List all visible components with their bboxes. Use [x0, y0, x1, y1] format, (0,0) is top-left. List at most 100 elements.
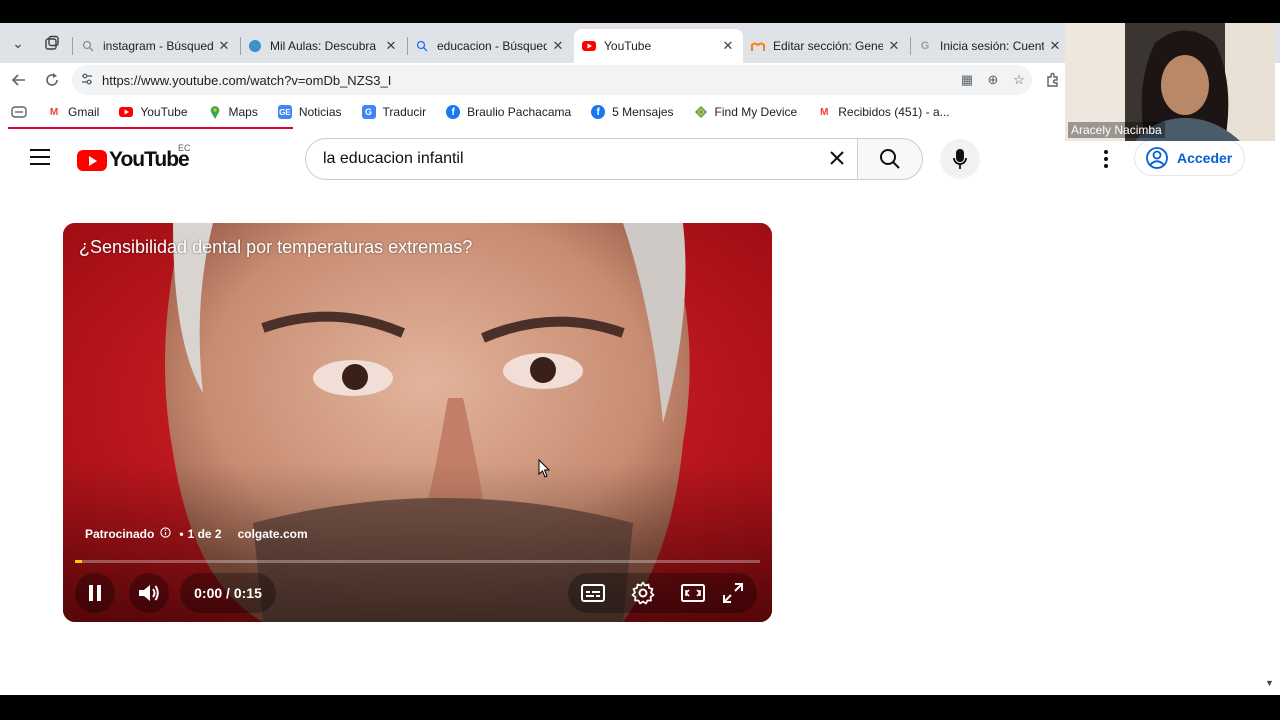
url-text[interactable]: https://www.youtube.com/watch?v=omDb_NZS…	[102, 73, 954, 88]
bookmark-label: Recibidos (451) - a...	[838, 105, 950, 119]
tab-title: Inicia sesión: Cuentas d	[940, 39, 1044, 53]
find-device-icon	[694, 105, 708, 119]
bookmark-mensajes[interactable]: f 5 Mensajes	[591, 105, 674, 119]
globe-icon	[248, 39, 262, 53]
ad-progress-bar[interactable]	[75, 560, 760, 563]
country-code: EC	[178, 143, 191, 153]
close-tab-icon[interactable]: ✕	[1048, 38, 1062, 54]
close-tab-icon[interactable]: ✕	[217, 38, 231, 54]
menu-icon[interactable]	[30, 149, 50, 165]
player-right-controls	[568, 573, 757, 613]
close-tab-icon[interactable]: ✕	[551, 38, 565, 54]
extensions-icon[interactable]	[1040, 68, 1064, 92]
tab-title: instagram - Búsqueda	[103, 39, 213, 53]
volume-icon	[139, 585, 159, 601]
bookmark-braulio[interactable]: f Braulio Pachacama	[446, 105, 571, 119]
tab-educacion-search[interactable]: educacion - Búsqueda ✕	[407, 29, 573, 63]
ad-progress-fill	[75, 560, 82, 563]
ad-count: 1 de 2	[187, 527, 222, 541]
microphone-icon	[953, 149, 967, 169]
youtube-icon	[119, 105, 134, 119]
gmail-icon: M	[820, 106, 829, 118]
logo-text: YouTube	[109, 148, 190, 171]
tab-title: educacion - Búsqueda	[437, 39, 547, 53]
facebook-icon: f	[446, 105, 461, 119]
video-player[interactable]: ¿Sensibilidad dental por temperaturas ex…	[63, 223, 772, 622]
moodle-icon	[751, 39, 765, 53]
tab-instagram-search[interactable]: instagram - Búsqueda ✕	[73, 29, 239, 63]
bookmark-maps[interactable]: Maps	[208, 105, 258, 119]
tab-groups-icon[interactable]	[40, 32, 64, 54]
zoom-icon[interactable]: ⊕	[980, 72, 1006, 88]
tab-inicia-sesion[interactable]: G Inicia sesión: Cuentas d ✕	[910, 29, 1070, 63]
voice-search-button[interactable]	[940, 139, 980, 179]
bookmark-label: Braulio Pachacama	[467, 105, 572, 119]
theater-mode-icon[interactable]	[681, 581, 705, 605]
gmail-icon: M	[49, 106, 59, 118]
all-bookmarks-icon[interactable]	[11, 106, 27, 118]
close-tab-icon[interactable]: ✕	[887, 38, 901, 54]
search-icon	[81, 39, 95, 53]
volume-button[interactable]	[129, 573, 169, 613]
bookmark-star-icon[interactable]: ☆	[1006, 72, 1032, 88]
search-button[interactable]	[857, 138, 923, 180]
webcam-overlay: Aracely Nacimba	[1065, 23, 1275, 141]
search-input[interactable]: la educacion infantil	[305, 138, 857, 180]
search-icon	[880, 149, 900, 169]
bookmark-noticias[interactable]: GE Noticias	[277, 105, 342, 119]
facebook-icon: f	[591, 105, 606, 119]
bookmark-recibidos[interactable]: M Recibidos (451) - a...	[817, 105, 950, 119]
tab-editar-seccion[interactable]: Editar sección: General ✕	[743, 29, 909, 63]
bookmark-youtube[interactable]: YouTube	[119, 105, 188, 119]
news-icon: GE	[277, 105, 292, 119]
install-app-icon[interactable]: ▦	[954, 72, 980, 88]
scroll-down-arrow-icon[interactable]: ▼	[1265, 678, 1274, 688]
maps-icon	[208, 105, 222, 119]
fullscreen-icon[interactable]	[721, 581, 745, 605]
ad-info: Patrocinado • 1 de 2 colgate.com	[85, 527, 308, 541]
close-tab-icon[interactable]: ✕	[384, 38, 398, 54]
address-bar[interactable]: https://www.youtube.com/watch?v=omDb_NZS…	[72, 65, 1032, 95]
pause-icon	[89, 585, 101, 601]
site-info-icon[interactable]	[72, 72, 102, 89]
tab-title: Editar sección: General	[773, 39, 883, 53]
tab-title: YouTube	[604, 39, 652, 53]
bookmark-label: Maps	[228, 105, 258, 119]
bookmark-label: YouTube	[140, 105, 188, 119]
youtube-page: YouTube EC la educacion infantil Acceder	[0, 129, 1280, 695]
bookmark-label: Traducir	[382, 105, 427, 119]
google-icon: G	[920, 40, 930, 52]
ad-title[interactable]: ¿Sensibilidad dental por temperaturas ex…	[79, 237, 472, 258]
search-icon	[415, 39, 429, 53]
sign-in-label: Acceder	[1177, 150, 1233, 166]
account-icon	[1146, 147, 1168, 169]
info-icon[interactable]	[160, 527, 172, 541]
participant-name: Aracely Nacimba	[1068, 122, 1165, 138]
sign-in-button[interactable]: Acceder	[1134, 140, 1245, 176]
clear-search-icon[interactable]	[817, 146, 857, 172]
tab-title: Mil Aulas: Descubra Mo	[270, 39, 380, 53]
bookmark-gmail[interactable]: M Gmail	[47, 105, 100, 119]
player-controls: 0:00 / 0:15	[75, 573, 760, 613]
tab-mil-aulas[interactable]: Mil Aulas: Descubra Mo ✕	[240, 29, 406, 63]
bookmark-traducir[interactable]: G Traducir	[361, 105, 427, 119]
advertiser-link[interactable]: colgate.com	[238, 527, 308, 541]
tab-list-chevron-icon[interactable]: ⌄	[6, 32, 30, 54]
pause-button[interactable]	[75, 573, 115, 613]
bookmark-label: Gmail	[68, 105, 100, 119]
settings-gear-icon[interactable]	[631, 581, 655, 605]
reload-icon[interactable]	[40, 68, 64, 92]
close-tab-icon[interactable]: ✕	[721, 38, 735, 54]
back-arrow-icon[interactable]	[7, 68, 31, 92]
youtube-icon	[582, 39, 596, 53]
more-options-icon[interactable]	[1096, 148, 1116, 170]
tab-youtube[interactable]: YouTube ✕	[574, 29, 743, 63]
bookmark-find-my-device[interactable]: Find My Device	[694, 105, 797, 119]
mouse-cursor-icon	[538, 459, 550, 478]
time-display: 0:00 / 0:15	[180, 573, 276, 613]
bookmark-label: Noticias	[298, 105, 342, 119]
youtube-logo[interactable]: YouTube EC	[77, 143, 191, 172]
search-query[interactable]: la educacion infantil	[323, 150, 817, 168]
subtitles-icon[interactable]	[581, 581, 605, 605]
sponsored-label: Patrocinado	[85, 527, 155, 541]
